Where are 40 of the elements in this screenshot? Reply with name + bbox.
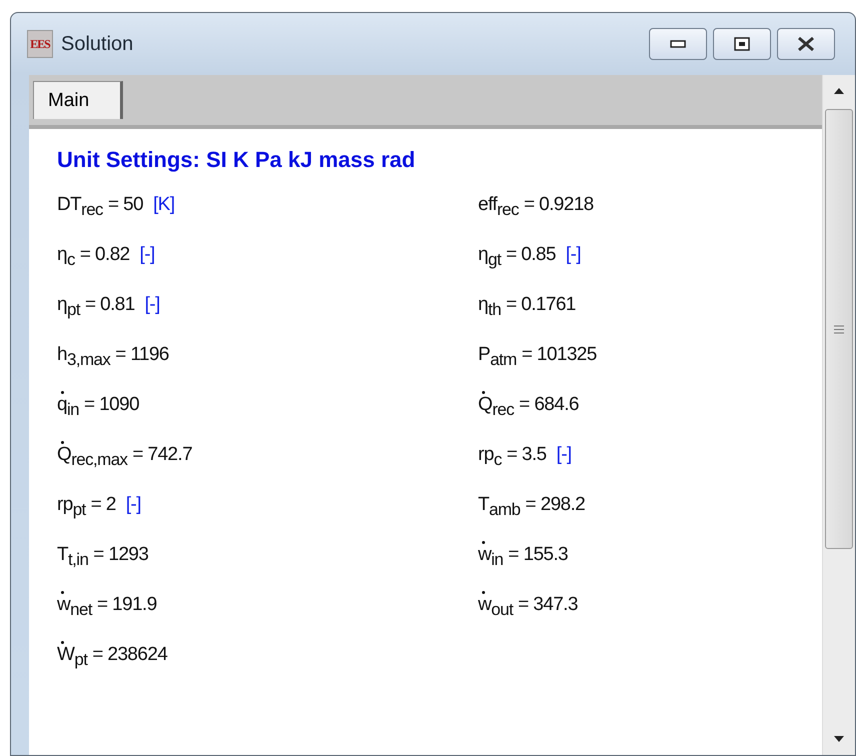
app-icon: EES xyxy=(27,30,53,58)
variable-expression: DT$_{rec}$ = 50 xyxy=(57,193,144,221)
variable-expression: Q$_{rec}$ = 684.6 xyxy=(478,389,581,423)
vertical-scrollbar[interactable] xyxy=(822,75,855,755)
variable-expression: η$_{pt}$ = 0.81 xyxy=(57,293,136,321)
variable-expression: rp$_{pt}$ = 2 xyxy=(57,493,117,521)
down-arrow-icon xyxy=(834,736,844,742)
variable-expression: w$_{net}$ = 191.9 xyxy=(57,589,159,623)
variable-expression: η$_{th}$ = 0.1761 xyxy=(478,293,577,321)
variable-expression: T$_{t,in}$ = 1293 xyxy=(57,543,150,571)
variable-expression: w$_{in}$ = 155.3 xyxy=(478,539,570,573)
close-button[interactable] xyxy=(777,28,835,60)
variable-expression: w$_{out}$ = 347.3 xyxy=(478,589,580,623)
maximize-button[interactable] xyxy=(713,28,771,60)
unit-label: [-] xyxy=(566,243,581,267)
unit-label: [-] xyxy=(140,243,155,267)
variable-expression: P$_{atm}$ = 101325 xyxy=(478,343,598,371)
window-title: Solution xyxy=(61,32,134,56)
variable-expression: rp$_{c}$ = 3.5 xyxy=(478,443,548,471)
variable-expression: Q$_{rec,max}$ = 742.7 xyxy=(57,439,194,473)
variable-expression: η$_{gt}$ = 0.85 xyxy=(478,243,557,271)
unit-label: [K] xyxy=(153,193,175,217)
unit-label: [-] xyxy=(144,293,160,317)
unit-label: [-] xyxy=(556,443,572,467)
variable-expression: h$_{3,max}$ = 1196 xyxy=(57,343,170,371)
grip-icon xyxy=(834,324,844,334)
variable-expression: eff$_{rec}$ = 0.9218 xyxy=(478,193,595,221)
minimize-icon xyxy=(670,40,686,48)
scroll-thumb[interactable] xyxy=(825,109,853,549)
up-arrow-icon xyxy=(834,88,844,94)
maximize-icon xyxy=(734,37,750,51)
unit-label: [-] xyxy=(126,493,141,517)
variable-expression: q$_{in}$ = 1090 xyxy=(57,389,142,423)
close-icon xyxy=(797,37,815,51)
minimize-button[interactable] xyxy=(649,28,707,60)
variable-expression: W$_{pt}$ = 238624 xyxy=(57,639,170,673)
unit-settings-heading: Unit Settings: SI K Pa kJ mass rad xyxy=(57,147,416,173)
tab[interactable]: Main xyxy=(33,81,123,119)
variable-expression: T$_{amb}$ = 298.2 xyxy=(478,493,586,521)
variable-expression: η$_{c}$ = 0.82 xyxy=(57,243,131,271)
